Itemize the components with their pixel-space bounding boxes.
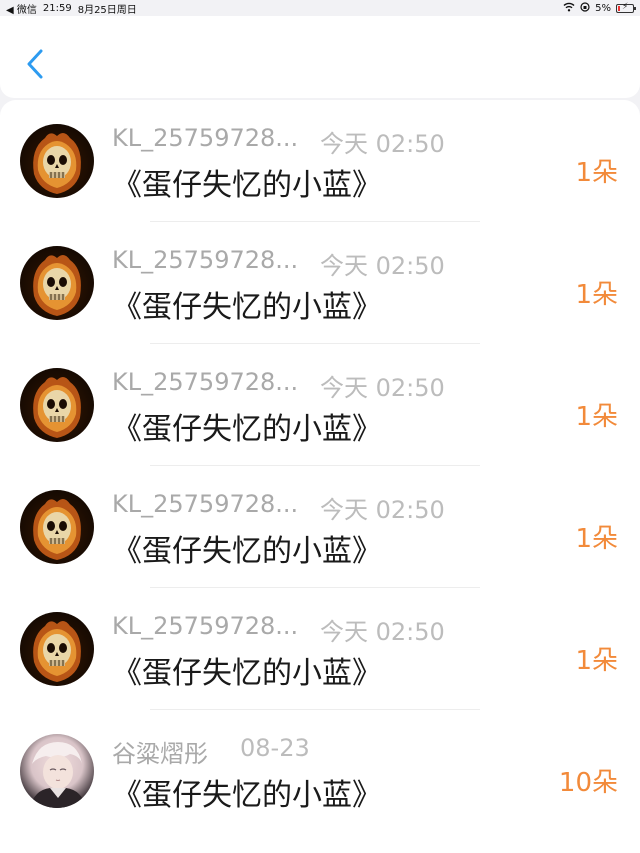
gift-count: 1朵	[575, 402, 618, 432]
status-date: 8月25日周日	[77, 4, 137, 16]
sender-name: KL_25759728...	[112, 612, 299, 640]
gift-name: 《蛋仔失忆的小蓝》	[112, 656, 382, 691]
list-item[interactable]: KL_25759728... 今天 02:50 《蛋仔失忆的小蓝》 1朵	[0, 466, 640, 588]
gift-time: 今天 02:50	[320, 496, 445, 524]
gift-time: 今天 02:50	[320, 252, 445, 280]
gift-count: 10朵	[558, 768, 618, 798]
avatar[interactable]	[20, 246, 94, 320]
avatar[interactable]	[20, 124, 94, 198]
avatar[interactable]	[20, 612, 94, 686]
status-bar: ◀ 微信 21:59 8月25日周日 5% ⚡	[0, 0, 640, 16]
gift-time: 今天 02:50	[320, 374, 445, 402]
gift-count: 1朵	[575, 524, 618, 554]
sender-name: KL_25759728...	[112, 124, 299, 152]
wifi-icon	[563, 2, 575, 15]
avatar[interactable]	[20, 490, 94, 564]
gift-count: 1朵	[575, 646, 618, 676]
gift-count: 1朵	[575, 280, 618, 310]
list-item[interactable]: KL_25759728... 今天 02:50 《蛋仔失忆的小蓝》 1朵	[0, 588, 640, 710]
back-button[interactable]	[18, 44, 52, 84]
gift-time: 今天 02:50	[320, 130, 445, 158]
battery-percent: 5%	[595, 2, 611, 14]
gift-time: 08-23	[240, 734, 310, 762]
gift-time: 今天 02:50	[320, 618, 445, 646]
status-time: 21:59	[42, 2, 72, 14]
nav-bar	[0, 16, 640, 98]
sender-name: KL_25759728...	[112, 490, 299, 518]
sender-name: KL_25759728...	[112, 246, 299, 274]
gift-name: 《蛋仔失忆的小蓝》	[112, 290, 382, 325]
list-item[interactable]: KL_25759728... 今天 02:50 《蛋仔失忆的小蓝》 1朵	[0, 100, 640, 222]
gift-name: 《蛋仔失忆的小蓝》	[112, 534, 382, 569]
gift-name: 《蛋仔失忆的小蓝》	[112, 778, 382, 813]
gift-record-list: KL_25759728... 今天 02:50 《蛋仔失忆的小蓝》 1朵 KL_…	[0, 100, 640, 853]
list-item[interactable]: KL_25759728... 今天 02:50 《蛋仔失忆的小蓝》 1朵	[0, 222, 640, 344]
sender-name: KL_25759728...	[112, 368, 299, 396]
gift-name: 《蛋仔失忆的小蓝》	[112, 412, 382, 447]
gift-count: 1朵	[575, 158, 618, 188]
sender-name: 谷粱熠彤	[112, 740, 208, 768]
chevron-left-icon	[27, 49, 43, 79]
battery-icon: ⚡	[616, 2, 636, 13]
list-item[interactable]: 谷粱熠彤 08-23 《蛋仔失忆的小蓝》 10朵	[0, 710, 640, 832]
back-to-app-link[interactable]: ◀ 微信	[6, 1, 37, 16]
list-item[interactable]: KL_25759728... 今天 02:50 《蛋仔失忆的小蓝》 1朵	[0, 344, 640, 466]
avatar[interactable]	[20, 368, 94, 442]
avatar[interactable]	[20, 734, 94, 808]
gift-name: 《蛋仔失忆的小蓝》	[112, 168, 382, 203]
orientation-lock-icon	[580, 1, 590, 15]
